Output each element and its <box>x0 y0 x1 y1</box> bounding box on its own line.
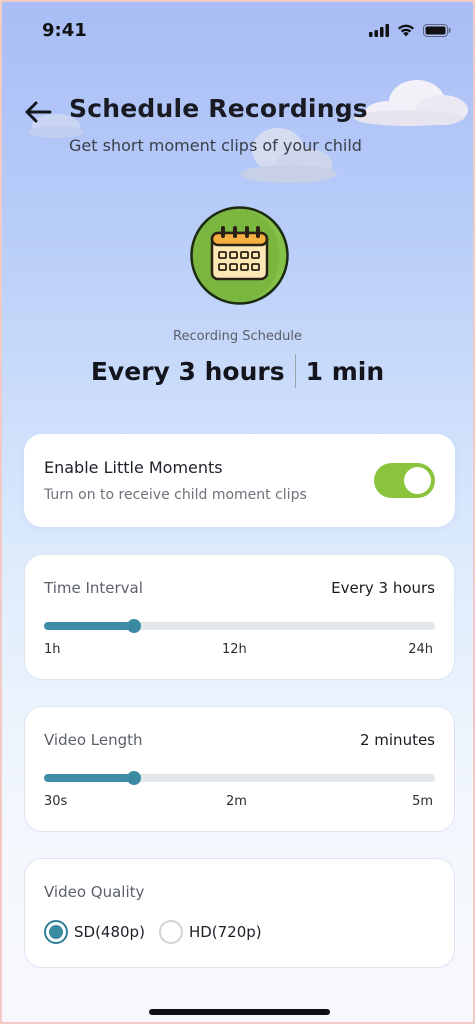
video-length-slider[interactable] <box>44 771 435 785</box>
time-interval-card: Time Interval Every 3 hours 1h 12h 24h <box>24 554 455 680</box>
enable-card-title: Enable Little Moments <box>44 458 223 477</box>
time-interval-label: Time Interval <box>44 579 143 597</box>
video-length-tick-max: 5m <box>412 794 433 809</box>
battery-icon <box>423 24 451 37</box>
status-bar: 9:41 <box>2 2 473 58</box>
schedule-caption: Recording Schedule <box>173 329 302 344</box>
video-quality-label: Video Quality <box>44 883 145 901</box>
page-subtitle: Get short moment clips of your child <box>69 136 362 155</box>
status-icons <box>369 24 451 37</box>
video-length-label: Video Length <box>44 731 143 749</box>
cellular-signal-icon <box>369 24 389 37</box>
video-length-tick-mid: 2m <box>226 794 247 809</box>
app-screen: 9:41 Schedule Recordings Get short momen… <box>2 2 473 1022</box>
time-interval-slider[interactable] <box>44 619 435 633</box>
enable-card-subtitle: Turn on to receive child moment clips <box>44 487 307 503</box>
video-length-card: Video Length 2 minutes 30s 2m 5m <box>24 706 455 832</box>
quality-option-sd-label: SD(480p) <box>74 923 145 941</box>
video-quality-radio-group: SD(480p) HD(720p) <box>44 920 276 944</box>
schedule-interval: Every 3 hours <box>90 356 285 386</box>
time-interval-value: Every 3 hours <box>331 579 435 597</box>
schedule-length: 1 min <box>305 356 385 386</box>
quality-option-hd-label: HD(720p) <box>188 923 262 941</box>
video-length-value: 2 minutes <box>359 731 435 749</box>
status-time: 9:41 <box>42 20 87 41</box>
time-interval-slider-thumb[interactable] <box>126 619 141 633</box>
wifi-icon <box>398 24 414 37</box>
time-interval-slider-fill <box>44 622 134 630</box>
quality-option-sd[interactable]: SD(480p) <box>44 920 145 944</box>
enable-little-moments-card: Enable Little Moments Turn on to receive… <box>24 434 455 527</box>
time-interval-tick-min: 1h <box>44 642 61 657</box>
video-length-slider-fill <box>44 774 134 782</box>
video-quality-card: Video Quality SD(480p) HD(720p) <box>24 858 455 968</box>
time-interval-tick-mid: 12h <box>222 642 247 657</box>
calendar-icon <box>190 206 289 305</box>
schedule-summary: Every 3 hours 1 min <box>2 354 473 388</box>
arrow-left-icon <box>25 101 52 123</box>
enable-little-moments-toggle[interactable] <box>374 463 435 498</box>
video-length-slider-thumb[interactable] <box>126 771 141 785</box>
time-interval-tick-max: 24h <box>408 642 433 657</box>
back-button[interactable] <box>24 98 56 126</box>
quality-option-hd[interactable]: HD(720p) <box>158 920 262 944</box>
toggle-knob <box>404 467 431 494</box>
radio-sd[interactable] <box>44 920 68 944</box>
home-indicator <box>149 1009 330 1015</box>
page-title: Schedule Recordings <box>69 94 368 123</box>
schedule-divider <box>294 354 296 388</box>
video-length-tick-min: 30s <box>44 794 68 809</box>
radio-hd[interactable] <box>158 920 183 944</box>
